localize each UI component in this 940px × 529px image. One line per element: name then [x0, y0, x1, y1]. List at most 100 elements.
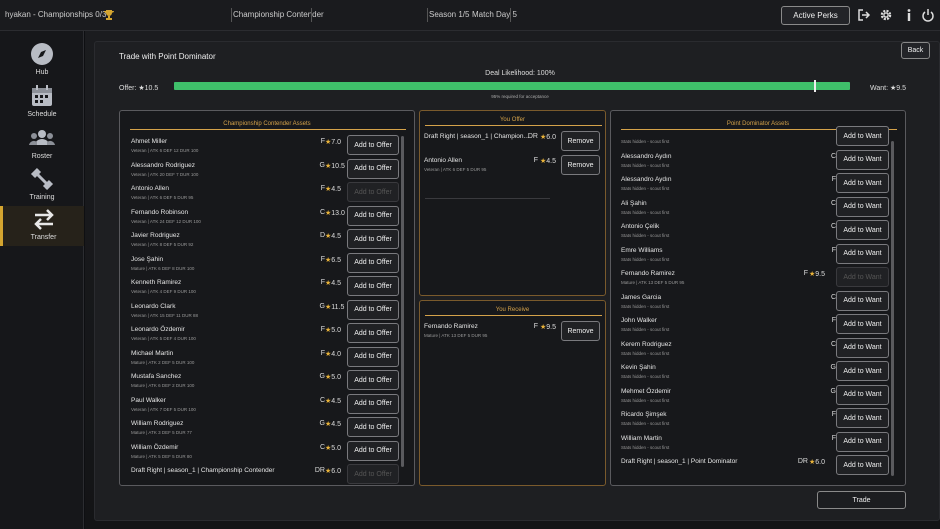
player-stats: Veteran | ATK 5 DEF 4 DUR 100	[131, 336, 196, 341]
undefined[interactable]: Add to Offer	[347, 323, 399, 343]
player-position: G	[319, 373, 325, 380]
player-position: F	[533, 157, 538, 164]
trade-button[interactable]: Trade	[817, 491, 906, 509]
asset-row: Draft Right | season_1 | Point Dominator…	[611, 455, 905, 478]
undefined[interactable]: Add to Want	[836, 361, 889, 381]
player-stats: Mature | ATK 13 DEF 5 DUR 95	[621, 280, 685, 285]
asset-row: Alessandro Aydın Stats hidden - scout fir…	[611, 173, 905, 196]
player-stats: Veteran | ATK 20 DEF 7 DUR 100	[131, 171, 199, 177]
calendar-icon	[32, 85, 52, 106]
asset-row: Kenneth Ramirez Veteran | ATK 4 DEF 9 DUR…	[120, 276, 414, 299]
player-stats: Stats hidden - scout first	[621, 209, 670, 215]
player-name: Fernando Robinson	[131, 208, 189, 216]
player-stats: Stats hidden - scout first	[621, 374, 670, 379]
undefined[interactable]: Add to Offer	[347, 229, 399, 249]
undefined[interactable]: Remove	[561, 131, 600, 151]
undefined[interactable]: Add to Offer	[347, 252, 399, 273]
player-name: Alessandro Aydın	[621, 152, 672, 160]
undefined[interactable]: Add to Offer	[347, 346, 399, 367]
info-icon[interactable]	[902, 8, 916, 22]
undefined[interactable]: Remove	[561, 155, 600, 175]
undefined[interactable]: Add to Want	[836, 384, 889, 405]
undefined[interactable]: Add to Offer	[347, 299, 399, 320]
separator	[311, 8, 312, 22]
exit-icon[interactable]	[857, 8, 871, 22]
asset-row: James Garcia Stats hidden - scout first C A…	[611, 290, 905, 314]
player-stats: Mature | ATK 5 DEF 5 DUR 80	[131, 453, 192, 459]
panel-title: Championship Contender Assets	[223, 121, 311, 127]
player-name: William Özdemir	[131, 443, 179, 451]
undefined[interactable]: Remove	[561, 321, 600, 341]
undefined[interactable]: Add to Offer	[347, 182, 399, 202]
player-stats: Veteran | ATK 8 DEF 5 DUR 92	[131, 242, 194, 247]
player-position: F	[320, 349, 325, 357]
player-name: Antonio Allen	[424, 157, 462, 164]
nav-hub[interactable]: Hub	[0, 41, 84, 81]
undefined[interactable]: Add to Want	[836, 290, 889, 311]
player-position: C	[319, 208, 325, 216]
you-offer-panel: You Offer Draft Right | season_1 | Champ…	[419, 110, 606, 296]
undefined[interactable]: Add to Want	[836, 126, 889, 146]
season-label: Season 1/5	[429, 10, 470, 19]
undefined[interactable]: Add to Want	[836, 243, 889, 264]
undefined[interactable]: Add to Offer	[347, 393, 399, 414]
player-name: Draft Right | season_1 | Champion...	[424, 133, 529, 140]
player-rating: ★4.5	[540, 158, 557, 165]
nav-training[interactable]: Training	[0, 166, 84, 206]
back-button[interactable]: Back	[901, 42, 930, 59]
player-stats: Mature | ATK 3 DEF 5 DUR 77	[131, 430, 192, 435]
undefined[interactable]: Add to Want	[836, 408, 889, 428]
nav-label: Training	[29, 194, 55, 201]
undefined[interactable]: Add to Want	[836, 267, 889, 287]
nav-schedule[interactable]: Schedule	[0, 83, 84, 123]
player-position: G	[319, 302, 325, 310]
nav-transfer[interactable]: Transfer	[0, 206, 84, 246]
active-perks-button[interactable]: Active Perks	[781, 6, 850, 25]
asset-row: Alessandro Rodriguez Veteran | ATK 20 DEF…	[120, 158, 414, 182]
player-name: Kerem Rodriguez	[621, 340, 672, 348]
player-name: Leonardo Özdemir	[131, 326, 185, 333]
undefined[interactable]: Add to Want	[836, 149, 889, 170]
player-name: Mehmet Özdemir	[621, 387, 671, 395]
player-stats: Mature | ATK 13 DEF 5 DUR 95	[424, 333, 488, 338]
undefined[interactable]: Add to Offer	[347, 417, 399, 437]
player-position: C	[830, 223, 836, 230]
player-name: Paul Walker	[131, 396, 166, 404]
nav-roster[interactable]: Roster	[0, 125, 84, 165]
player-position: G	[319, 420, 325, 427]
player-name: Fernando Ramirez	[621, 270, 675, 277]
player-name: Fernando Ramirez	[424, 323, 478, 330]
player-name: Antonio Çelik	[621, 223, 660, 230]
player-stats: Stats hidden - scout first	[621, 256, 670, 262]
undefined[interactable]: Add to Offer	[347, 158, 399, 179]
undefined[interactable]: Add to Offer	[347, 464, 399, 484]
undefined[interactable]: Add to Offer	[347, 370, 399, 390]
undefined[interactable]: Add to Offer	[347, 135, 399, 155]
undefined[interactable]: Add to Want	[836, 314, 889, 334]
player-rating: ★6.0	[540, 134, 557, 141]
player-stats: Stats hidden - scout first	[621, 327, 670, 332]
player-position: F	[320, 279, 325, 286]
nav-label: Roster	[31, 153, 53, 160]
undefined[interactable]: Add to Offer	[347, 440, 399, 461]
gear-icon[interactable]	[879, 8, 893, 22]
player-position: F	[533, 323, 538, 330]
receive-row: Fernando Ramirez Mature | ATK 13 DEF 5 DU…	[420, 320, 605, 343]
undefined[interactable]: Add to Want	[836, 173, 889, 193]
modal-title: Trade with Point Dominator	[119, 52, 216, 61]
player-name: Alessandro Aydın	[621, 176, 672, 183]
undefined[interactable]: Add to Want	[836, 431, 889, 452]
power-icon[interactable]	[921, 8, 935, 22]
asset-row: Fernando Ramirez Mature | ATK 13 DEF 5 DU…	[611, 267, 905, 290]
undefined[interactable]: Add to Want	[836, 220, 889, 240]
undefined[interactable]: Add to Offer	[347, 276, 399, 296]
undefined[interactable]: Add to Want	[836, 337, 889, 358]
undefined[interactable]: Add to Want	[836, 455, 889, 475]
player-rating: ★6.0	[809, 459, 826, 466]
player-stats: Veteran | ATK 4 DEF 9 DUR 100	[131, 289, 196, 294]
player-name: William Rodriguez	[131, 420, 184, 427]
undefined[interactable]: Add to Want	[836, 196, 889, 217]
undefined[interactable]: Add to Offer	[347, 205, 399, 226]
player-rating: ★11.5	[325, 303, 345, 311]
likelihood-bar	[174, 80, 850, 92]
